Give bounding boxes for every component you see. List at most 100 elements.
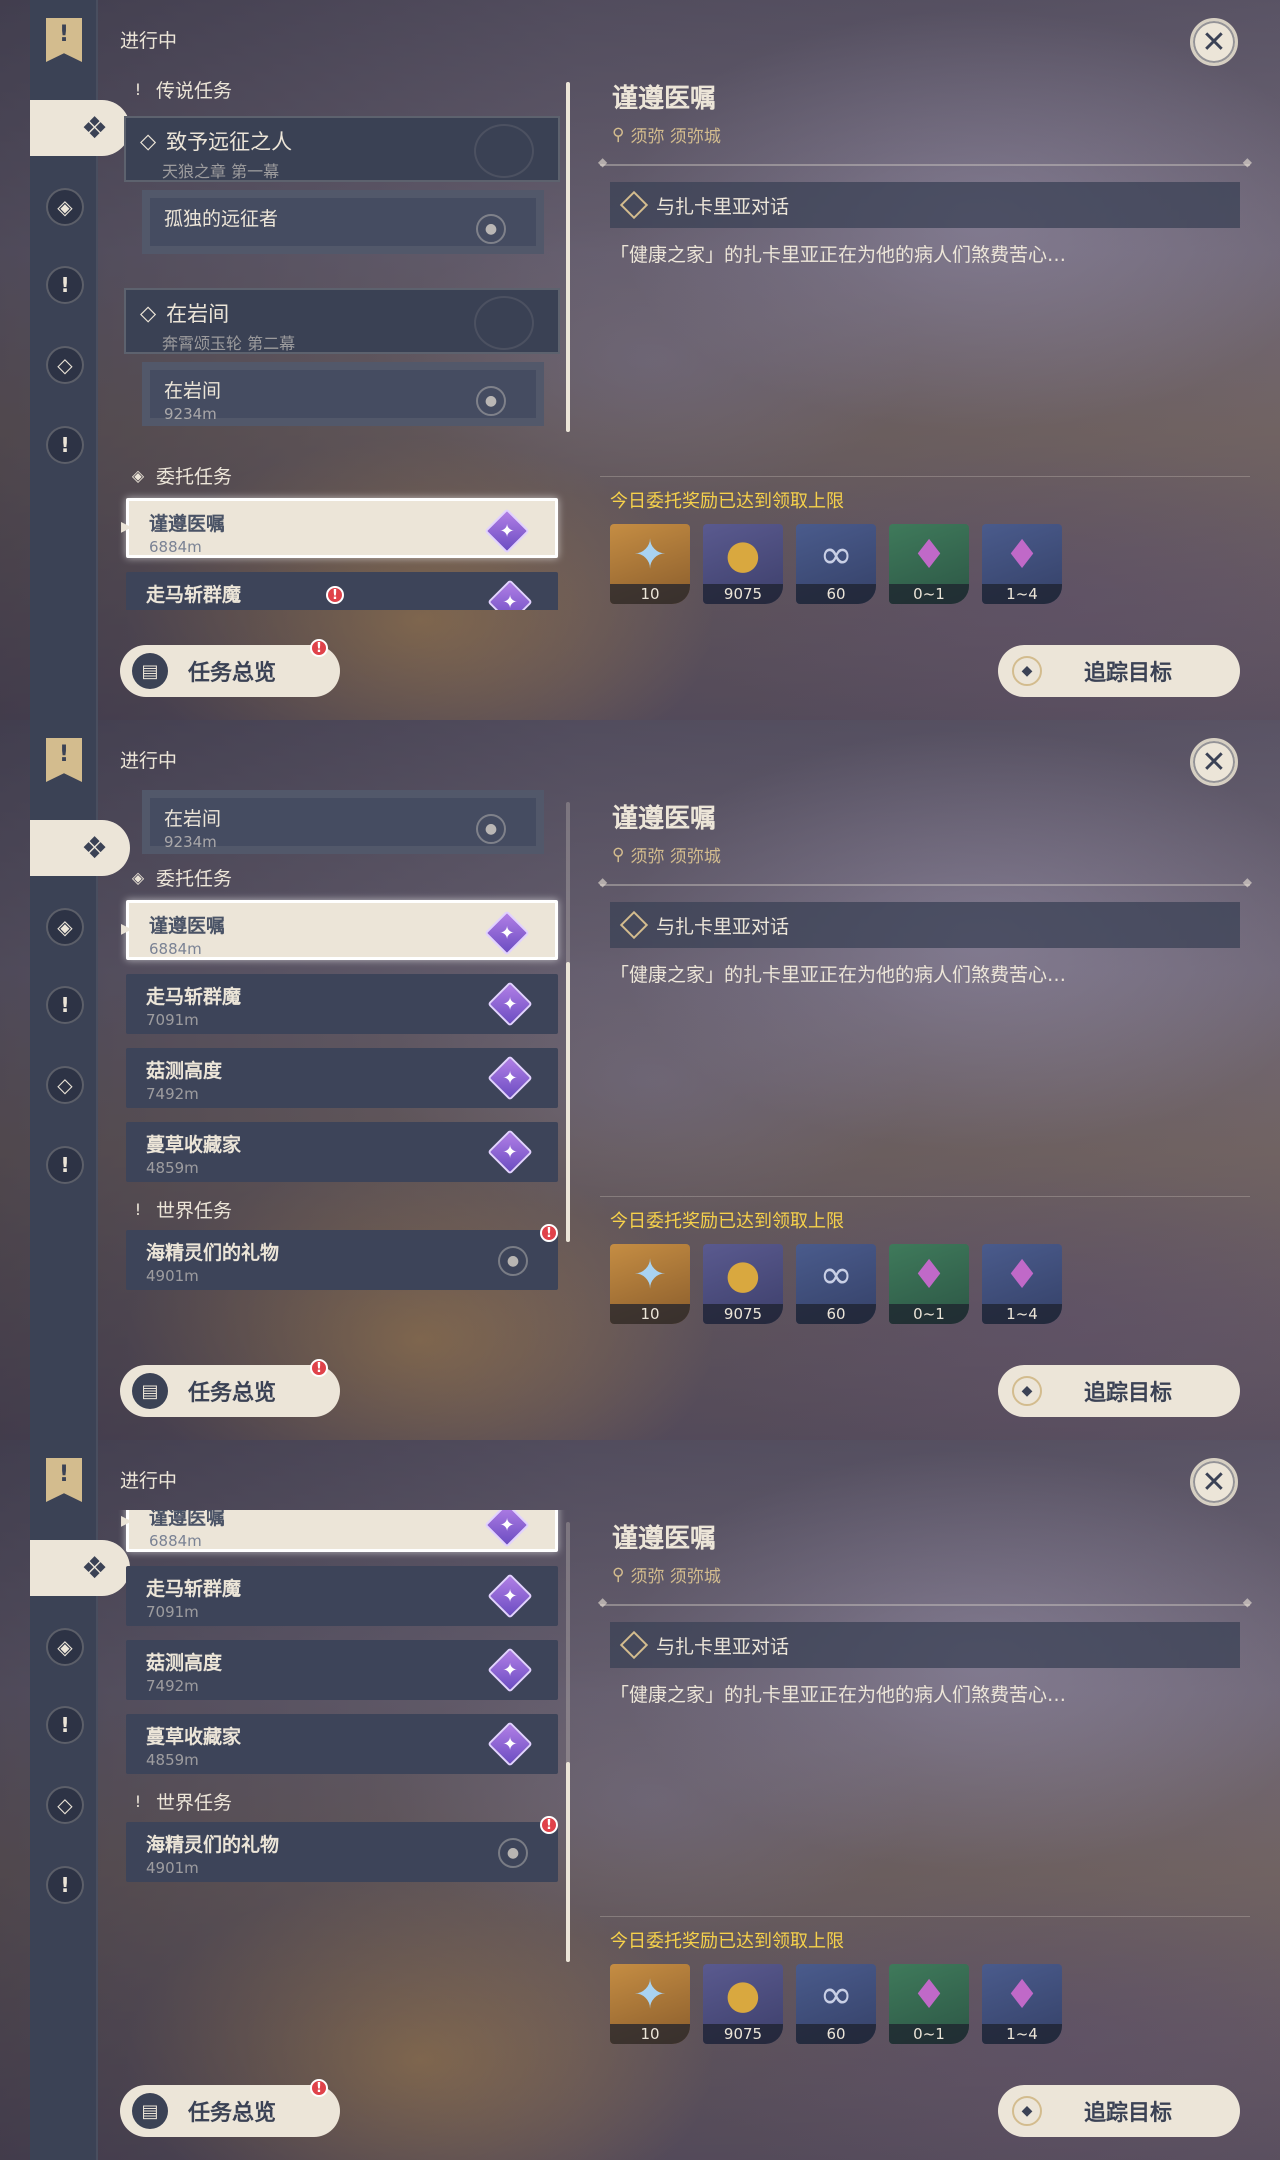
reward-list: ✦ 10 ● 9075 ∞ 60 ♦ 0~1 ♦ 1~4: [610, 1964, 1062, 2044]
friendship-exp-icon[interactable]: ∞ 60: [796, 1244, 876, 1324]
commission-star-icon: ✦: [489, 513, 525, 549]
objective-bar: 与扎卡里亚对话: [610, 182, 1240, 228]
track-label: 追踪目标: [1084, 2101, 1173, 2126]
reward-limit-note: 今日委托奖励已达到领取上限: [610, 1931, 844, 1952]
reward-list: ✦ 10 ● 9075 ∞ 60 ♦ 0~1 ♦ 1~4: [610, 1244, 1062, 1324]
quest-distance: 4901m: [146, 1859, 199, 1877]
quest-list[interactable]: ▶ 谨遵医嘱 6884m ✦ 走马斩群魔 7091m ✦ 菇测高度 7492m …: [118, 1510, 568, 2050]
quest-list-scrollbar[interactable]: [566, 1522, 570, 1962]
alert-badge: !: [540, 1816, 558, 1834]
primogem-icon[interactable]: ✦ 10: [610, 524, 690, 604]
quest-title: 谨遵医嘱: [149, 513, 226, 535]
commission-quest-2[interactable]: 走马斩群魔 ! ✦: [126, 572, 558, 610]
commission-quest-3[interactable]: 菇测高度 7492m ✦: [126, 1640, 558, 1700]
in-progress-label: 进行中: [120, 1470, 178, 1492]
scroll-thumb[interactable]: [566, 1762, 570, 1962]
selected-arrow-icon: ▶: [121, 921, 132, 937]
mora-icon[interactable]: ● 9075: [703, 1244, 783, 1324]
commission-quest-1[interactable]: ▶ 谨遵医嘱 6884m ✦: [121, 1510, 558, 1552]
track-target-button[interactable]: ◆ 追踪目标: [998, 2085, 1240, 2137]
quest-list-scrollbar[interactable]: [566, 82, 570, 432]
crystal-cluster-icon[interactable]: ♦ 1~4: [982, 1244, 1062, 1324]
quest-detail: 谨遵医嘱 ⚲须弥 须弥城 与扎卡里亚对话 「健康之家」的扎卡里亚正在为他的病人们…: [598, 0, 1252, 720]
commission-quest-2[interactable]: 走马斩群魔 7091m ✦: [126, 974, 558, 1034]
objective-text: 与扎卡里亚对话: [656, 915, 790, 938]
quest-overview-button[interactable]: ▤ 任务总览 !: [120, 639, 340, 697]
quest-description: 「健康之家」的扎卡里亚正在为他的病人们煞费苦心…: [610, 1684, 1067, 1706]
location-pin-icon[interactable]: ●: [498, 1246, 528, 1276]
subquest-title: 在岩间: [164, 380, 222, 402]
friendship-exp-icon[interactable]: ∞ 60: [796, 524, 876, 604]
reward-limit-note: 今日委托奖励已达到领取上限: [610, 1211, 844, 1232]
commission-star-icon: ✦: [492, 1060, 528, 1096]
quest-list[interactable]: ! 传说任务 ◇ 致予远征之人 天狼之章 第一幕 孤独的远征者 ● ◇ 在岩间 奔霄…: [118, 70, 568, 610]
quest-title: 走马斩群魔: [146, 1578, 242, 1600]
quest-distance: 7492m: [146, 1677, 199, 1695]
location-pin-icon[interactable]: ●: [498, 1838, 528, 1868]
friendship-exp-icon[interactable]: ∞ 60: [796, 1964, 876, 2044]
quest-title: 菇测高度: [146, 1060, 223, 1082]
commission-quest-4[interactable]: 蔓草收藏家 4859m ✦: [126, 1122, 558, 1182]
divider: [598, 875, 1252, 889]
location-pin-icon[interactable]: ●: [476, 814, 506, 844]
objective-diamond-icon: [619, 1630, 649, 1660]
commission-quest-1[interactable]: ▶ 谨遵医嘱 6884m ✦: [121, 498, 558, 558]
quest-list-scrollbar[interactable]: [566, 802, 570, 1242]
scroll-thumb[interactable]: [566, 962, 570, 1242]
in-progress-label: 进行中: [120, 30, 178, 52]
commission-quest-1[interactable]: ▶ 谨遵医嘱 6884m ✦: [121, 900, 558, 960]
track-target-button[interactable]: ◆ 追踪目标: [998, 645, 1240, 697]
commission-quest-4[interactable]: 蔓草收藏家 4859m ✦: [126, 1714, 558, 1774]
commission-quest-2[interactable]: 走马斩群魔 7091m ✦: [126, 1566, 558, 1626]
quest-distance: 7091m: [146, 1603, 199, 1621]
commission-star-icon: ✦: [492, 1726, 528, 1762]
selected-arrow-icon: ▶: [121, 1513, 132, 1529]
quest-overview-button[interactable]: ▤ 任务总览 !: [120, 1359, 340, 1417]
world-quest-1[interactable]: 海精灵们的礼物 4901m ● !: [126, 1224, 558, 1290]
crystal-icon[interactable]: ♦ 0~1: [889, 524, 969, 604]
selected-arrow-icon: ▶: [121, 519, 132, 535]
crystal-cluster-icon[interactable]: ♦ 1~4: [982, 1964, 1062, 2044]
detail-location: ⚲ 须弥 须弥城: [612, 1562, 721, 1588]
track-target-button[interactable]: ◆ 追踪目标: [998, 1365, 1240, 1417]
archon-subquest-2[interactable]: 在岩间 9234m ●: [142, 362, 544, 426]
location-pin-icon[interactable]: ●: [476, 214, 506, 244]
world-section-icon: !: [134, 1791, 142, 1811]
quest-distance: 6884m: [149, 940, 202, 958]
divider: [598, 1595, 1252, 1609]
section-commission: ◈ 委托任务: [130, 862, 232, 892]
quest-overview-button[interactable]: ▤ 任务总览 !: [120, 2079, 340, 2137]
quest-title: 谨遵医嘱: [149, 1510, 226, 1529]
commission-star-icon: ✦: [489, 1510, 525, 1543]
archon-subquest-2[interactable]: 在岩间 9234m ●: [142, 790, 544, 854]
archon-quest-2[interactable]: ◇ 在岩间 奔霄颂玉轮 第二幕: [124, 288, 560, 354]
quest-list[interactable]: 在岩间 9234m ● ◈ 委托任务 ▶ 谨遵医嘱 6884m ✦ 走马斩群魔 …: [118, 790, 568, 1330]
detail-title: 谨遵医嘱: [612, 1524, 717, 1554]
reward-limit-note: 今日委托奖励已达到领取上限: [610, 491, 844, 512]
primogem-icon[interactable]: ✦ 10: [610, 1964, 690, 2044]
quest-title: 海精灵们的礼物: [146, 1242, 280, 1264]
section-label: 世界任务: [156, 1791, 233, 1814]
quest-title: 致予远征之人: [166, 130, 293, 154]
section-world: ! 世界任务: [130, 1786, 232, 1816]
quest-title: 蔓草收藏家: [146, 1134, 242, 1156]
archon-quest-1[interactable]: ◇ 致予远征之人 天狼之章 第一幕: [124, 116, 560, 182]
primogem-icon[interactable]: ✦ 10: [610, 1244, 690, 1324]
commission-quest-3[interactable]: 菇测高度 7492m ✦: [126, 1048, 558, 1108]
scroll-thumb[interactable]: [566, 82, 570, 432]
quest-distance: 7492m: [146, 1085, 199, 1103]
archon-subquest-1[interactable]: 孤独的远征者 ●: [142, 190, 544, 254]
crystal-cluster-icon[interactable]: ♦ 1~4: [982, 524, 1062, 604]
crystal-icon[interactable]: ♦ 0~1: [889, 1244, 969, 1324]
quest-title: 菇测高度: [146, 1652, 223, 1674]
mora-icon[interactable]: ● 9075: [703, 524, 783, 604]
commission-section-icon: ◈: [131, 465, 145, 485]
quest-description: 「健康之家」的扎卡里亚正在为他的病人们煞费苦心…: [610, 244, 1067, 266]
objective-text: 与扎卡里亚对话: [656, 195, 790, 218]
track-diamond-icon: ◆: [1012, 656, 1042, 686]
location-pin-icon[interactable]: ●: [476, 386, 506, 416]
mora-icon[interactable]: ● 9075: [703, 1964, 783, 2044]
world-quest-1[interactable]: 海精灵们的礼物 4901m ● !: [126, 1816, 558, 1882]
crystal-icon[interactable]: ♦ 0~1: [889, 1964, 969, 2044]
location-pin-icon: ⚲: [612, 844, 625, 865]
